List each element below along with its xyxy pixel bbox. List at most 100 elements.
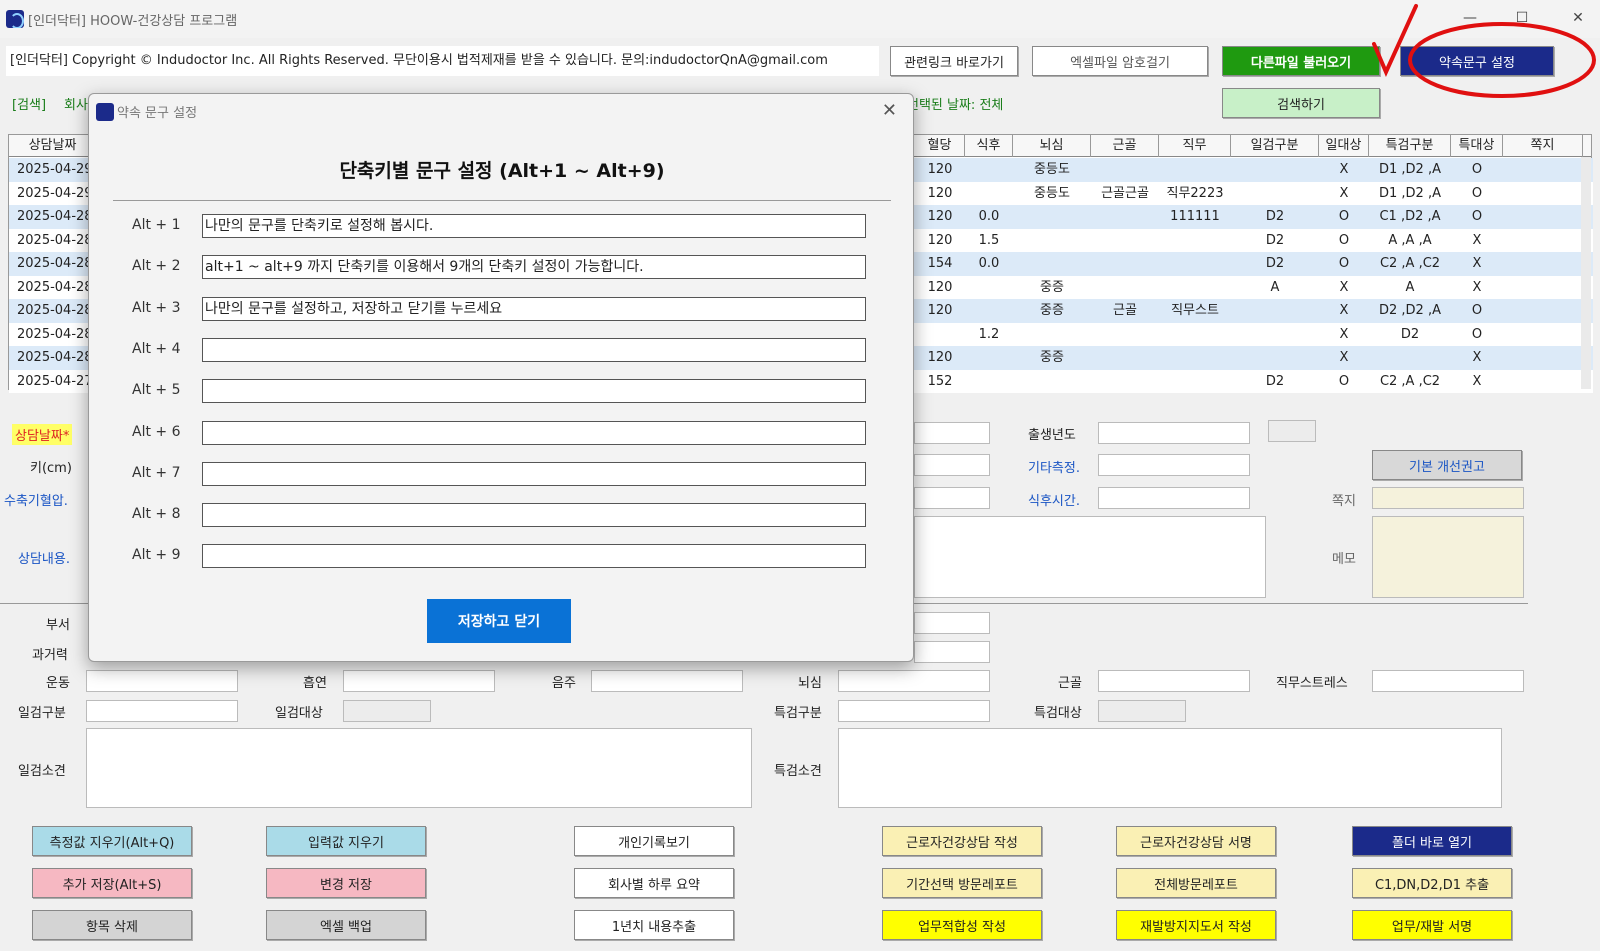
cell-cardio: 중등도 <box>1034 162 1070 177</box>
shortcut-input-alt8[interactable] <box>202 503 866 528</box>
table-scrollbar[interactable] <box>1581 157 1591 389</box>
cell-date: 2025-04-28 <box>17 326 93 342</box>
other-measure-input[interactable] <box>1098 454 1250 476</box>
cell-blood-sugar: 120 <box>927 209 953 224</box>
excel-backup-button[interactable]: 엑셀 백업 <box>266 910 426 940</box>
cell-spec-type: A <box>1405 279 1415 295</box>
after-meal-time-input[interactable] <box>1098 487 1250 509</box>
cell-spec-target: X <box>1472 256 1482 271</box>
dialog-divider <box>113 200 891 201</box>
cell-cardio: 중증 <box>1040 350 1064 365</box>
note-input[interactable] <box>1372 487 1524 509</box>
department-right-field[interactable] <box>914 612 990 634</box>
worker-consult-write-button[interactable]: 근로자건강상담 작성 <box>882 826 1042 856</box>
dialog-close-icon[interactable]: ✕ <box>882 100 897 121</box>
right-field-2[interactable] <box>914 454 990 476</box>
year-extract-button[interactable]: 1년치 내용추출 <box>574 910 734 940</box>
load-other-file-button[interactable]: 다른파일 불러오기 <box>1222 46 1380 76</box>
gen-opinion-area[interactable] <box>86 728 752 808</box>
related-link-button[interactable]: 관련링크 바로가기 <box>890 46 1018 76</box>
right-field-1[interactable] <box>914 422 990 444</box>
cell-job: 직무2223 <box>1166 185 1224 201</box>
cell-after-meal: 1.2 <box>978 326 1000 342</box>
shortcut-input-alt2[interactable]: alt+1 ~ alt+9 까지 단축키를 이용해서 9개의 단축키 설정이 가… <box>202 255 866 280</box>
shortcut-input-alt9[interactable] <box>202 544 866 569</box>
search-button[interactable]: 검색하기 <box>1222 88 1380 118</box>
shortcut-input-alt5[interactable] <box>202 379 866 404</box>
col-header-after-meal[interactable]: 식후 <box>965 135 1013 157</box>
cell-cardio: 중증 <box>1040 303 1064 318</box>
shortcut-input-alt1[interactable]: 나만의 문구를 단축키로 설정해 봅시다. <box>202 214 866 238</box>
col-header-date[interactable]: 상담날짜 <box>9 135 97 157</box>
delete-item-button[interactable]: 항목 삭제 <box>32 910 192 940</box>
cell-spec-target: O <box>1471 162 1483 177</box>
cardio-input[interactable] <box>838 670 990 692</box>
save-close-button[interactable]: 저장하고 닫기 <box>427 599 571 643</box>
spec-opinion-area[interactable] <box>838 728 1502 808</box>
clear-measure-button[interactable]: 측정값 지우기(Alt+Q) <box>32 826 192 856</box>
drinking-input[interactable] <box>591 670 743 692</box>
age-display <box>1268 420 1316 442</box>
col-header-spec-target[interactable]: 특대상 <box>1451 135 1503 157</box>
cell-date: 2025-04-28 <box>17 232 93 248</box>
cell-after-meal: 0.0 <box>978 256 1000 271</box>
smoking-input[interactable] <box>343 670 495 692</box>
job-stress-input[interactable] <box>1372 670 1524 692</box>
gen-target-input <box>343 700 431 722</box>
col-header-job[interactable]: 직무 <box>1159 135 1231 157</box>
col-header-musculo[interactable]: 근골 <box>1091 135 1159 157</box>
col-header-cardio[interactable]: 뇌심 <box>1013 135 1091 157</box>
consult-content-area[interactable] <box>914 516 1266 598</box>
memo-area[interactable] <box>1372 516 1524 598</box>
period-report-button[interactable]: 기간선택 방문레포트 <box>882 868 1042 898</box>
history-label: 과거력 <box>32 648 68 663</box>
change-save-button[interactable]: 변경 저장 <box>266 868 426 898</box>
spec-target-label: 특검대상 <box>1034 706 1082 721</box>
birth-year-input[interactable] <box>1098 422 1250 444</box>
prevention-write-button[interactable]: 재발방지지도서 작성 <box>1116 910 1276 940</box>
personal-record-button[interactable]: 개인기록보기 <box>574 826 734 856</box>
basic-advice-button[interactable]: 기본 개선권고 <box>1372 450 1522 480</box>
col-header-spec-type[interactable]: 특검구분 <box>1369 135 1451 157</box>
cell-date: 2025-04-28 <box>17 279 93 295</box>
shortcut-input-alt3[interactable]: 나만의 문구를 설정하고, 저장하고 닫기를 누르세요 <box>202 296 866 321</box>
shortcut-label-alt3: Alt + 3 <box>132 299 181 316</box>
excel-password-button[interactable]: 엑셀파일 암호걸기 <box>1032 46 1208 76</box>
birth-year-label: 출생년도 <box>1028 428 1076 443</box>
open-folder-button[interactable]: 폴더 바로 열기 <box>1352 826 1512 856</box>
col-header-gen-type[interactable]: 일검구분 <box>1231 135 1319 157</box>
department-label: 부서 <box>46 618 70 633</box>
musculo-input[interactable] <box>1098 670 1250 692</box>
cell-blood-sugar: 120 <box>927 350 953 365</box>
history-right-field[interactable] <box>914 641 990 663</box>
spec-type-input[interactable] <box>838 700 990 722</box>
shortcut-input-alt6[interactable] <box>202 420 866 445</box>
shortcut-input-alt4[interactable] <box>202 337 866 362</box>
cell-blood-sugar: 120 <box>927 232 953 248</box>
gen-type-input[interactable] <box>86 700 238 722</box>
col-header-gen-target[interactable]: 일대상 <box>1319 135 1369 157</box>
add-save-button[interactable]: 추가 저장(Alt+S) <box>32 868 192 898</box>
worker-consult-sign-button[interactable]: 근로자건강상담 서명 <box>1116 826 1276 856</box>
gen-opinion-label: 일검소견 <box>18 764 66 779</box>
cell-date: 2025-04-28 <box>17 303 93 318</box>
smoking-label: 흡연 <box>303 676 327 691</box>
all-report-button[interactable]: 전체방문레포트 <box>1116 868 1276 898</box>
extract-button[interactable]: C1,DN,D2,D1 추출 <box>1352 868 1512 898</box>
systolic-label: 수축기혈압. <box>4 494 68 509</box>
work-sign-button[interactable]: 업무/재발 서명 <box>1352 910 1512 940</box>
cell-after-meal: 0.0 <box>978 209 1000 224</box>
cell-spec-type: D1 ,D2 ,A <box>1379 162 1441 177</box>
exercise-input[interactable] <box>86 670 238 692</box>
col-header-blood-sugar[interactable]: 혈당 <box>915 135 965 157</box>
cell-gen-target: O <box>1338 373 1350 389</box>
cell-spec-target: X <box>1472 350 1482 365</box>
company-daily-button[interactable]: 회사별 하루 요약 <box>574 868 734 898</box>
right-field-3[interactable] <box>914 487 990 509</box>
clear-input-button[interactable]: 입력값 지우기 <box>266 826 426 856</box>
shortcut-input-alt7[interactable] <box>202 461 866 486</box>
col-header-note[interactable]: 쪽지 <box>1503 135 1583 157</box>
fitness-write-button[interactable]: 업무적합성 작성 <box>882 910 1042 940</box>
spec-target-input <box>1098 700 1186 722</box>
cell-date: 2025-04-28 <box>17 350 93 365</box>
